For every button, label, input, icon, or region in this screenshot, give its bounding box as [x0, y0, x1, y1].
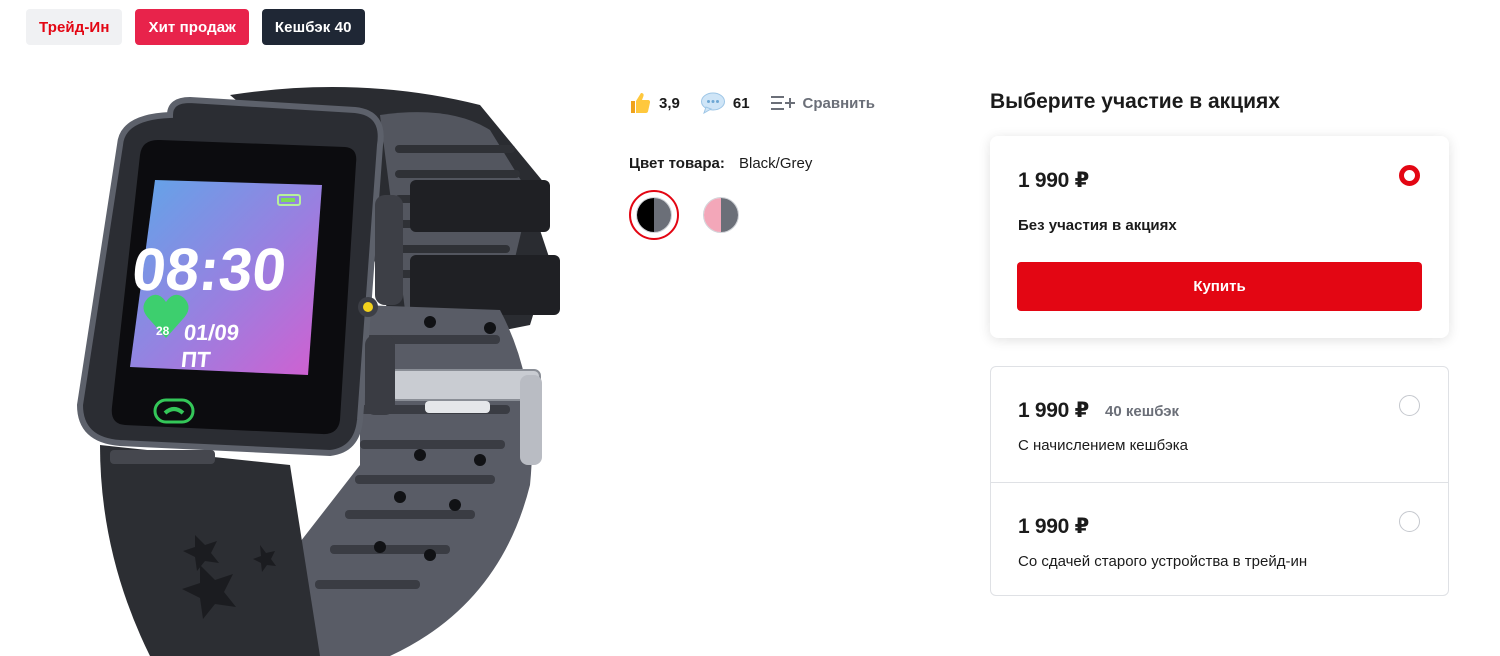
offer-options-group: 1 990 ₽ 40 кешбэк С начислением кешбэка … — [990, 366, 1449, 596]
hit-badge[interactable]: Хит продаж — [135, 9, 249, 45]
product-meta-row: 3,9 61 Сравнить — [628, 88, 895, 118]
offer-radio[interactable] — [1399, 395, 1420, 416]
offer-description: Без участия в акциях — [1018, 217, 1177, 234]
reviews-count: 61 — [732, 94, 750, 112]
offers-title: Выберите участие в акциях — [990, 90, 1280, 113]
color-swatch-pink-grey[interactable] — [696, 190, 746, 240]
offer-radio[interactable] — [1399, 511, 1420, 532]
watch-heart-text: 28 — [156, 324, 170, 338]
buy-button[interactable]: Купить — [1017, 262, 1422, 311]
color-swatch-black-grey[interactable] — [629, 190, 679, 240]
offer-description: Со сдачей старого устройства в трейд-ин — [1018, 553, 1308, 570]
badge-row: Трейд-Ин Хит продаж Кешбэк 40 — [26, 9, 365, 45]
cashback-amount: 40 кешбэк — [1105, 403, 1180, 420]
color-label: Цвет товара: — [629, 155, 725, 172]
offer-price: 1 990 ₽ — [1018, 515, 1089, 538]
compare-button[interactable]: Сравнить — [770, 93, 875, 113]
color-value: Black/Grey — [739, 155, 813, 172]
offer-option-no-promo[interactable]: 1 990 ₽ Без участия в акциях Купить — [990, 136, 1449, 338]
swatch-circle — [703, 197, 739, 233]
offer-price: 1 990 ₽ — [1018, 169, 1089, 192]
color-info: Цвет товара: Black/Grey — [629, 155, 812, 172]
compare-list-icon — [770, 96, 795, 110]
reviews[interactable]: 61 — [700, 92, 750, 114]
trade-in-badge[interactable]: Трейд-Ин — [26, 9, 123, 45]
watch-day-text: ПТ — [180, 347, 212, 372]
smartwatch-image: 08:30 01/09 ПТ 28 — [76, 87, 560, 656]
offer-option-trade-in[interactable]: 1 990 ₽ Со сдачей старого устройства в т… — [991, 482, 1448, 597]
product-image[interactable]: 08:30 01/09 ПТ 28 — [60, 85, 580, 656]
rating-value: 3,9 — [659, 94, 680, 112]
watch-date-text: 01/09 — [183, 320, 241, 345]
speech-bubble-icon — [700, 92, 725, 114]
rating[interactable]: 3,9 — [628, 91, 680, 115]
cashback-badge[interactable]: Кешбэк 40 — [261, 9, 365, 45]
thumbs-up-icon — [631, 93, 651, 113]
compare-label: Сравнить — [802, 94, 875, 112]
offer-price: 1 990 ₽ — [1018, 399, 1089, 422]
color-swatches — [629, 190, 746, 240]
offer-description: С начислением кешбэка — [1018, 437, 1188, 454]
watch-time-text: 08:30 — [129, 236, 289, 303]
swatch-circle — [636, 197, 672, 233]
offer-radio-selected[interactable] — [1399, 165, 1420, 186]
offer-option-cashback[interactable]: 1 990 ₽ 40 кешбэк С начислением кешбэка — [991, 367, 1448, 482]
